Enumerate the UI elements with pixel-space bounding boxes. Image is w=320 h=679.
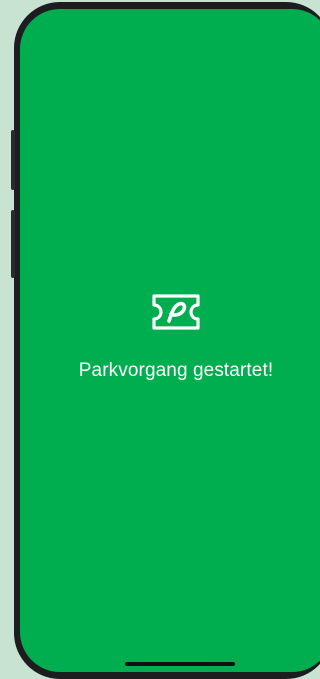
parking-ticket-icon <box>152 294 200 330</box>
home-indicator[interactable] <box>125 662 235 666</box>
volume-button <box>11 210 15 278</box>
status-message: Parkvorgang gestartet! <box>78 360 274 381</box>
silent-switch <box>11 130 15 190</box>
app-screen: Parkvorgang gestartet! <box>20 9 320 672</box>
confirmation-block: Parkvorgang gestartet! <box>20 292 320 382</box>
